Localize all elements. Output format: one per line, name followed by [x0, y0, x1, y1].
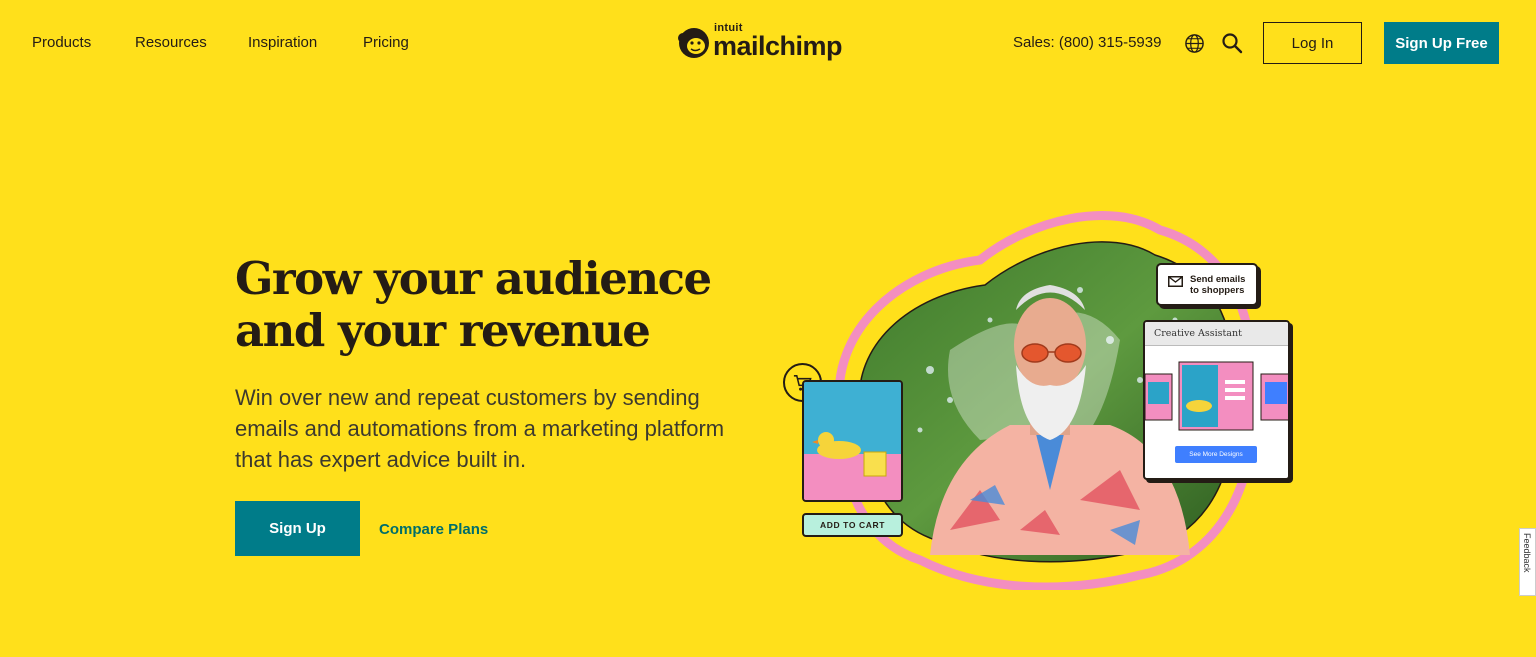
design-previews — [1145, 361, 1288, 431]
signup-button[interactable]: Sign Up — [235, 501, 360, 556]
nav-pricing[interactable]: Pricing — [363, 34, 409, 51]
signup-free-button[interactable]: Sign Up Free — [1384, 22, 1499, 64]
nav-products[interactable]: Products — [32, 34, 91, 51]
see-more-designs-button: See More Designs — [1175, 446, 1257, 463]
freddie-icon — [678, 28, 709, 58]
send-emails-card: Send emails to shoppers — [1156, 263, 1258, 306]
login-button[interactable]: Log In — [1263, 22, 1362, 64]
hero-title-line2: and your revenue — [235, 304, 651, 357]
nav-inspiration[interactable]: Inspiration — [248, 34, 317, 51]
hero-title-line1: Grow your audience — [235, 252, 712, 305]
sales-phone[interactable]: Sales: (800) 315-5939 — [1013, 34, 1161, 51]
mailchimp-logo[interactable]: intuit mailchimp — [676, 22, 856, 64]
creative-assistant-card: Creative Assistant See More Designs — [1143, 320, 1290, 480]
hero-title: Grow your audience and your revenue — [235, 253, 755, 357]
site-header: Products Resources Inspiration Pricing i… — [0, 0, 1536, 86]
compare-plans-link[interactable]: Compare Plans — [379, 521, 488, 538]
hero-subtitle: Win over new and repeat customers by sen… — [235, 385, 725, 472]
mail-icon — [1168, 276, 1183, 287]
logo-wordmark: mailchimp — [713, 31, 843, 61]
search-icon[interactable] — [1221, 32, 1243, 54]
product-card — [802, 380, 903, 502]
nav-resources[interactable]: Resources — [135, 34, 207, 51]
feedback-tab[interactable]: Feedback — [1519, 528, 1536, 596]
add-to-cart-button: ADD TO CART — [802, 513, 903, 537]
globe-icon[interactable] — [1184, 33, 1205, 54]
send-emails-text: Send emails to shoppers — [1190, 274, 1246, 296]
duck-pool-image — [804, 382, 901, 500]
feedback-label: Feedback — [1522, 533, 1532, 573]
creative-assistant-title: Creative Assistant — [1145, 322, 1288, 346]
